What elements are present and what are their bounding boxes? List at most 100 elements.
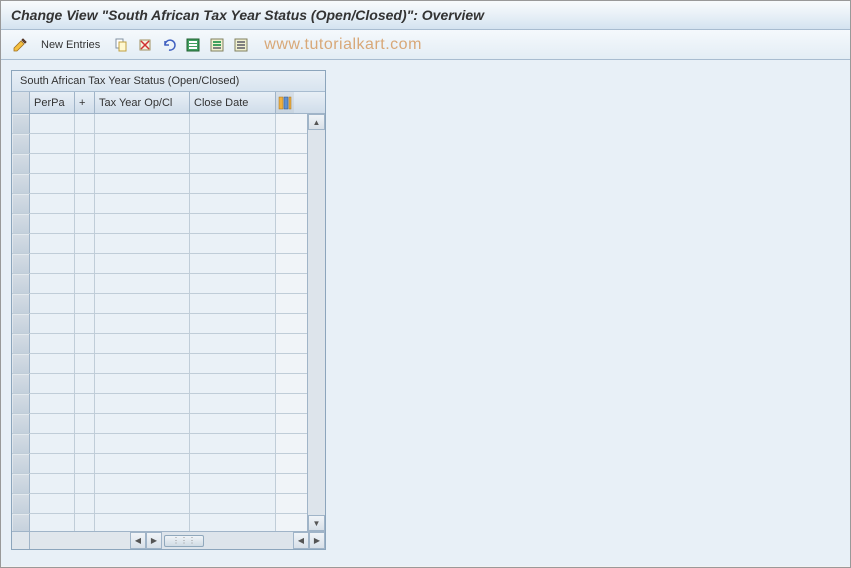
cell-taxyear[interactable] [95, 434, 190, 453]
scroll-left-end-button[interactable]: ◀ [293, 532, 309, 549]
cell-closedate[interactable] [190, 214, 276, 233]
cell-taxyear[interactable] [95, 454, 190, 473]
column-header-perpa[interactable]: PerPa [30, 92, 75, 113]
cell-taxyear[interactable] [95, 414, 190, 433]
cell-closedate[interactable] [190, 514, 276, 531]
cell-plus[interactable] [75, 374, 95, 393]
cell-taxyear[interactable] [95, 294, 190, 313]
cell-perpa[interactable] [30, 194, 75, 213]
row-selector[interactable] [12, 374, 30, 393]
scroll-up-button[interactable]: ▲ [308, 114, 325, 130]
copy-icon[interactable] [112, 36, 130, 54]
row-selector[interactable] [12, 234, 30, 253]
cell-taxyear[interactable] [95, 374, 190, 393]
cell-closedate[interactable] [190, 154, 276, 173]
cell-taxyear[interactable] [95, 114, 190, 133]
cell-plus[interactable] [75, 474, 95, 493]
cell-taxyear[interactable] [95, 334, 190, 353]
row-selector[interactable] [12, 214, 30, 233]
row-selector[interactable] [12, 294, 30, 313]
cell-closedate[interactable] [190, 334, 276, 353]
cell-plus[interactable] [75, 194, 95, 213]
row-selector[interactable] [12, 514, 30, 531]
cell-closedate[interactable] [190, 254, 276, 273]
cell-closedate[interactable] [190, 234, 276, 253]
scroll-right-button[interactable]: ▶ [146, 532, 162, 549]
cell-perpa[interactable] [30, 274, 75, 293]
cell-taxyear[interactable] [95, 234, 190, 253]
cell-plus[interactable] [75, 454, 95, 473]
cell-closedate[interactable] [190, 134, 276, 153]
select-block-icon[interactable] [208, 36, 226, 54]
row-selector[interactable] [12, 474, 30, 493]
cell-closedate[interactable] [190, 114, 276, 133]
cell-closedate[interactable] [190, 354, 276, 373]
row-selector[interactable] [12, 454, 30, 473]
cell-taxyear[interactable] [95, 194, 190, 213]
scroll-left-button[interactable]: ◀ [130, 532, 146, 549]
column-header-taxyear[interactable]: Tax Year Op/Cl [95, 92, 190, 113]
cell-taxyear[interactable] [95, 394, 190, 413]
scroll-track-horizontal[interactable]: ⋮⋮⋮ [162, 532, 293, 549]
row-selector[interactable] [12, 334, 30, 353]
cell-perpa[interactable] [30, 514, 75, 531]
row-selector[interactable] [12, 354, 30, 373]
cell-plus[interactable] [75, 434, 95, 453]
cell-taxyear[interactable] [95, 314, 190, 333]
cell-taxyear[interactable] [95, 174, 190, 193]
cell-plus[interactable] [75, 414, 95, 433]
cell-taxyear[interactable] [95, 274, 190, 293]
delete-icon[interactable] [136, 36, 154, 54]
deselect-all-icon[interactable] [232, 36, 250, 54]
row-selector[interactable] [12, 194, 30, 213]
cell-plus[interactable] [75, 514, 95, 531]
cell-perpa[interactable] [30, 474, 75, 493]
cell-plus[interactable] [75, 254, 95, 273]
table-config-button[interactable] [276, 92, 294, 113]
row-selector[interactable] [12, 314, 30, 333]
cell-plus[interactable] [75, 494, 95, 513]
row-selector[interactable] [12, 174, 30, 193]
cell-perpa[interactable] [30, 414, 75, 433]
cell-closedate[interactable] [190, 414, 276, 433]
cell-perpa[interactable] [30, 354, 75, 373]
column-header-closedate[interactable]: Close Date [190, 92, 276, 113]
scroll-track-vertical[interactable] [308, 130, 325, 515]
cell-taxyear[interactable] [95, 474, 190, 493]
cell-closedate[interactable] [190, 274, 276, 293]
cell-perpa[interactable] [30, 374, 75, 393]
scroll-right-end-button[interactable]: ▶ [309, 532, 325, 549]
cell-plus[interactable] [75, 174, 95, 193]
cell-closedate[interactable] [190, 454, 276, 473]
row-selector[interactable] [12, 414, 30, 433]
cell-perpa[interactable] [30, 234, 75, 253]
undo-icon[interactable] [160, 36, 178, 54]
cell-closedate[interactable] [190, 494, 276, 513]
row-selector[interactable] [12, 494, 30, 513]
cell-plus[interactable] [75, 274, 95, 293]
cell-plus[interactable] [75, 394, 95, 413]
row-selector[interactable] [12, 394, 30, 413]
cell-closedate[interactable] [190, 434, 276, 453]
cell-plus[interactable] [75, 114, 95, 133]
cell-closedate[interactable] [190, 394, 276, 413]
cell-plus[interactable] [75, 314, 95, 333]
row-selector[interactable] [12, 254, 30, 273]
row-selector[interactable] [12, 274, 30, 293]
cell-closedate[interactable] [190, 374, 276, 393]
column-header-plus[interactable]: + [75, 92, 95, 113]
cell-taxyear[interactable] [95, 354, 190, 373]
cell-plus[interactable] [75, 134, 95, 153]
cell-closedate[interactable] [190, 174, 276, 193]
cell-taxyear[interactable] [95, 154, 190, 173]
cell-taxyear[interactable] [95, 494, 190, 513]
new-entries-button[interactable]: New Entries [35, 37, 106, 53]
cell-plus[interactable] [75, 234, 95, 253]
cell-closedate[interactable] [190, 294, 276, 313]
cell-plus[interactable] [75, 354, 95, 373]
cell-perpa[interactable] [30, 434, 75, 453]
scroll-down-button[interactable]: ▼ [308, 515, 325, 531]
row-selector-header[interactable] [12, 92, 30, 113]
cell-perpa[interactable] [30, 254, 75, 273]
change-icon[interactable] [11, 36, 29, 54]
